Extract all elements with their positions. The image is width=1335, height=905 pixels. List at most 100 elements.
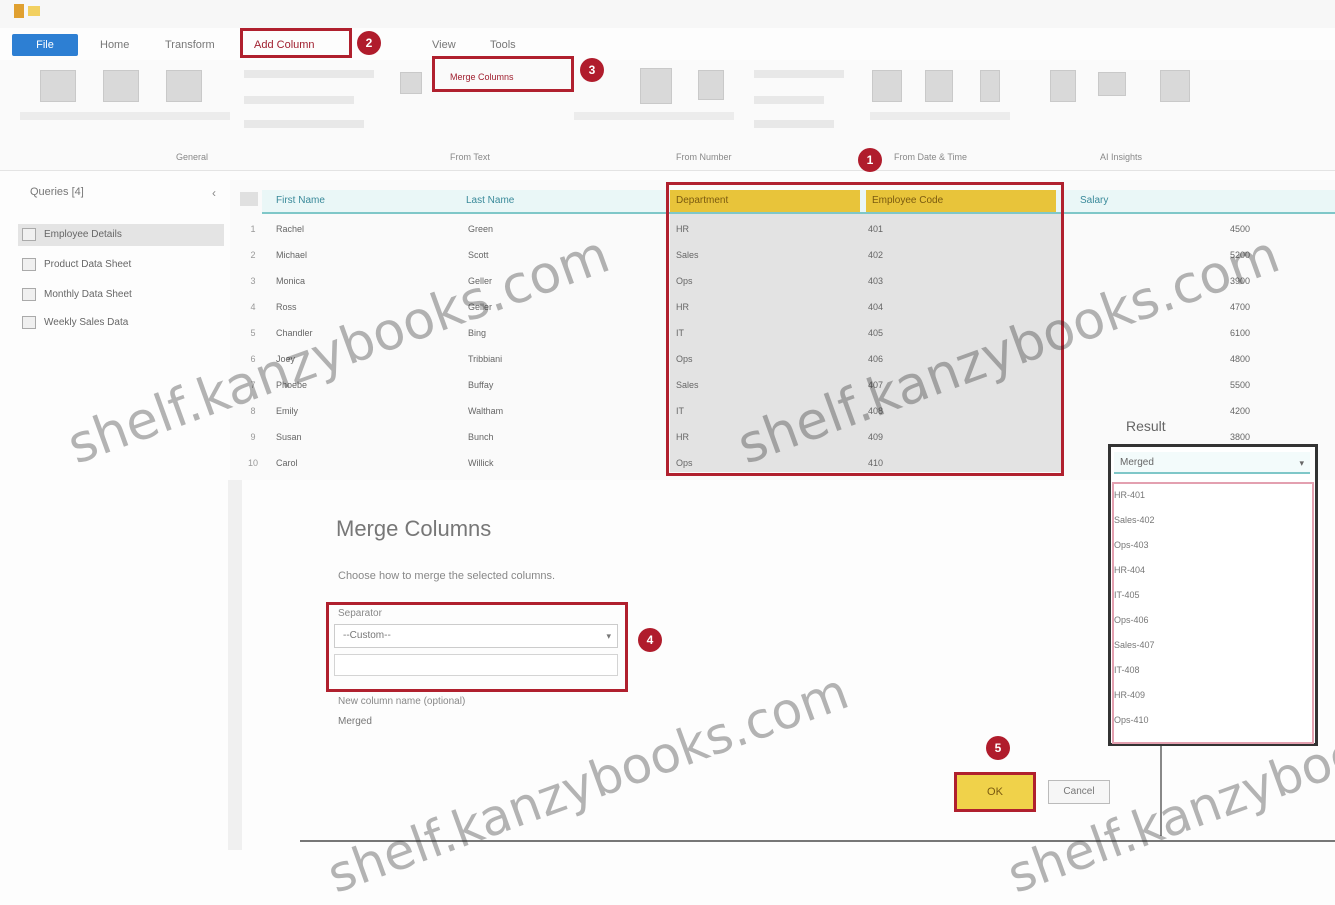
date-icon[interactable] [872,70,902,102]
row-number: 6 [250,354,256,364]
cell-first-name: Susan [276,432,302,442]
ribbon-button-label [754,70,844,78]
cell-last-name: Waltham [468,406,504,416]
result-label: Result [1126,418,1166,434]
cell-first-name: Michael [276,250,308,260]
result-value: Ops-403 [1114,540,1149,550]
invoke-function-icon[interactable] [166,70,202,102]
cancel-button[interactable]: Cancel [1048,780,1110,804]
cell-department: HR [676,224,689,234]
column-from-examples-icon[interactable] [40,70,76,102]
cell-employee-code: 405 [868,328,884,338]
queries-header: Queries [4] [30,186,84,198]
dialog-subtitle: Choose how to merge the selected columns… [338,570,556,582]
cell-employee-code: 409 [868,432,884,442]
cell-department: IT [676,328,684,338]
group-from-number-label: From Number [676,152,732,162]
step-badge-4: 4 [638,628,662,652]
result-value: HR-401 [1114,490,1146,500]
result-column-header[interactable]: Merged ▾ [1114,452,1310,474]
result-value: IT-405 [1114,590,1140,600]
new-column-input[interactable]: Merged [338,716,372,727]
ribbon-button-label [754,96,824,104]
row-number: 9 [250,432,256,442]
add-column-tab-highlight [240,28,352,58]
merge-columns-highlight [432,56,574,92]
step-badge-1: 1 [858,148,882,172]
format-icon[interactable] [400,72,422,94]
query-label: Weekly Sales Data [44,317,129,328]
cell-last-name: Buffay [468,380,494,390]
column-header-salary[interactable]: Salary [1074,190,1234,212]
title-bar [0,0,1335,28]
chevron-down-icon: ▾ [1299,458,1304,468]
bottom-line [300,840,1335,842]
cell-first-name: Phoebe [276,380,308,390]
query-item-employee-details[interactable]: Employee Details [22,226,122,244]
tab-home[interactable]: Home [100,34,129,56]
cell-salary: 3900 [1230,276,1251,286]
cell-employee-code: 403 [868,276,884,286]
result-value: Sales-407 [1114,640,1155,650]
row-number: 10 [247,458,258,468]
cell-last-name: Bunch [468,432,494,442]
ribbon-button-label [244,70,374,78]
quick-access-icon[interactable] [28,6,40,16]
cell-last-name: Green [468,224,494,234]
azure-ml-icon[interactable] [1160,70,1190,102]
result-value: HR-404 [1114,565,1146,575]
vision-icon[interactable] [1098,72,1126,96]
ribbon-button-label [754,120,834,128]
duration-icon[interactable] [980,70,1000,102]
tab-file[interactable]: File [12,34,78,56]
custom-column-icon[interactable] [103,70,139,102]
table-menu-icon[interactable] [240,192,258,206]
cell-last-name: Geller [468,276,493,286]
cell-employee-code: 410 [868,458,884,468]
new-column-label: New column name (optional) [338,696,466,707]
cell-department: IT [676,406,684,416]
cell-salary: 3800 [1230,432,1251,442]
ok-button[interactable]: OK [954,772,1036,812]
table-icon [22,287,36,301]
vertical-ruler [228,480,242,850]
collapse-pane-icon[interactable]: ‹ [212,186,216,200]
cell-employee-code: 404 [868,302,884,312]
cell-employee-code: 406 [868,354,884,364]
cell-last-name: Bing [468,328,487,338]
column-header-last-name[interactable]: Last Name [460,190,660,212]
cell-salary: 4800 [1230,354,1251,364]
cell-first-name: Ross [276,302,297,312]
cell-first-name: Joey [276,354,296,364]
group-general-label: General [176,152,209,162]
table-icon [22,257,36,271]
query-item-monthly-data[interactable]: Monthly Data Sheet [22,286,132,304]
selected-columns-highlight [666,182,1064,476]
cell-department: Ops [676,354,693,364]
tab-tools[interactable]: Tools [490,34,516,56]
cell-department: Sales [676,250,699,260]
table-icon [22,315,36,329]
column-header-first-name[interactable]: First Name [270,190,450,212]
cell-salary: 4200 [1230,406,1251,416]
text-analytics-icon[interactable] [1050,70,1076,102]
cell-salary: 4700 [1230,302,1251,312]
time-icon[interactable] [925,70,953,102]
standard-icon[interactable] [698,70,724,100]
row-number: 5 [250,328,256,338]
query-item-weekly-sales[interactable]: Weekly Sales Data [22,314,128,332]
separator-highlight [326,602,628,692]
cell-department: Ops [676,276,693,286]
statistics-icon[interactable] [640,68,672,104]
group-from-text-label: From Text [450,152,490,162]
query-item-product-data[interactable]: Product Data Sheet [22,256,131,274]
result-value: Sales-402 [1114,515,1155,525]
cell-salary: 5500 [1230,380,1251,390]
row-number: 4 [250,302,256,312]
cell-employee-code: 408 [868,406,884,416]
step-badge-2: 2 [357,31,381,55]
result-header-label: Merged [1120,457,1154,468]
result-value: HR-409 [1114,690,1146,700]
tab-transform[interactable]: Transform [165,34,215,56]
tab-view[interactable]: View [432,34,456,56]
